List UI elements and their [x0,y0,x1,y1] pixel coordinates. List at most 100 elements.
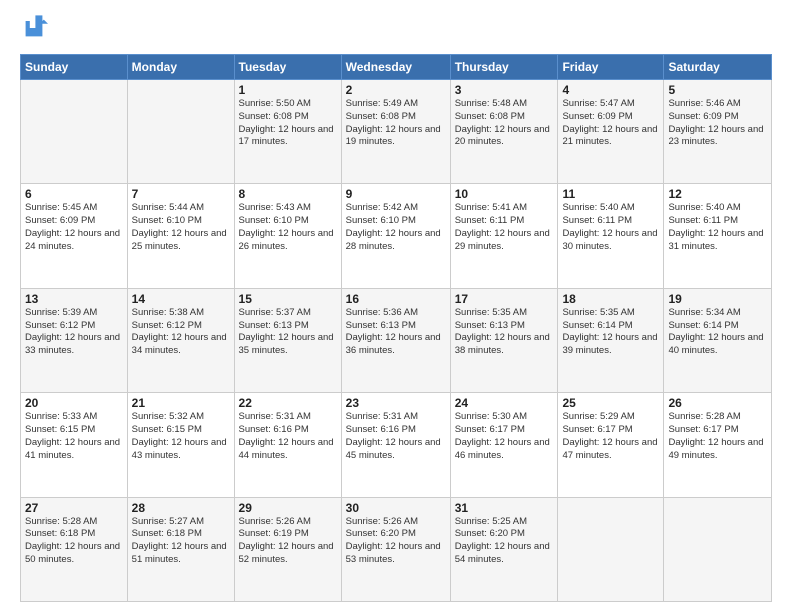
day-number: 24 [455,396,554,410]
day-info: Sunrise: 5:25 AM Sunset: 6:20 PM Dayligh… [455,516,554,567]
day-info: Sunrise: 5:40 AM Sunset: 6:11 PM Dayligh… [562,202,659,253]
calendar-cell: 18Sunrise: 5:35 AM Sunset: 6:14 PM Dayli… [558,288,664,392]
calendar-week-4: 20Sunrise: 5:33 AM Sunset: 6:15 PM Dayli… [21,393,772,497]
weekday-header-friday: Friday [558,55,664,80]
calendar-cell: 25Sunrise: 5:29 AM Sunset: 6:17 PM Dayli… [558,393,664,497]
page: SundayMondayTuesdayWednesdayThursdayFrid… [0,0,792,612]
calendar: SundayMondayTuesdayWednesdayThursdayFrid… [20,54,772,602]
calendar-cell: 20Sunrise: 5:33 AM Sunset: 6:15 PM Dayli… [21,393,128,497]
day-info: Sunrise: 5:35 AM Sunset: 6:14 PM Dayligh… [562,307,659,358]
calendar-cell: 5Sunrise: 5:46 AM Sunset: 6:09 PM Daylig… [664,80,772,184]
day-info: Sunrise: 5:41 AM Sunset: 6:11 PM Dayligh… [455,202,554,253]
day-number: 6 [25,187,123,201]
calendar-cell: 10Sunrise: 5:41 AM Sunset: 6:11 PM Dayli… [450,184,558,288]
weekday-header-tuesday: Tuesday [234,55,341,80]
day-info: Sunrise: 5:38 AM Sunset: 6:12 PM Dayligh… [132,307,230,358]
day-number: 10 [455,187,554,201]
day-number: 22 [239,396,337,410]
day-number: 15 [239,292,337,306]
calendar-cell [127,80,234,184]
calendar-cell: 8Sunrise: 5:43 AM Sunset: 6:10 PM Daylig… [234,184,341,288]
day-number: 3 [455,83,554,97]
calendar-cell: 14Sunrise: 5:38 AM Sunset: 6:12 PM Dayli… [127,288,234,392]
day-number: 1 [239,83,337,97]
day-number: 19 [668,292,767,306]
calendar-cell: 22Sunrise: 5:31 AM Sunset: 6:16 PM Dayli… [234,393,341,497]
day-info: Sunrise: 5:29 AM Sunset: 6:17 PM Dayligh… [562,411,659,462]
day-number: 12 [668,187,767,201]
day-info: Sunrise: 5:46 AM Sunset: 6:09 PM Dayligh… [668,98,767,149]
calendar-cell: 21Sunrise: 5:32 AM Sunset: 6:15 PM Dayli… [127,393,234,497]
day-info: Sunrise: 5:43 AM Sunset: 6:10 PM Dayligh… [239,202,337,253]
calendar-cell [21,80,128,184]
calendar-body: 1Sunrise: 5:50 AM Sunset: 6:08 PM Daylig… [21,80,772,602]
weekday-header-sunday: Sunday [21,55,128,80]
day-info: Sunrise: 5:47 AM Sunset: 6:09 PM Dayligh… [562,98,659,149]
calendar-cell: 29Sunrise: 5:26 AM Sunset: 6:19 PM Dayli… [234,497,341,601]
day-info: Sunrise: 5:42 AM Sunset: 6:10 PM Dayligh… [346,202,446,253]
day-info: Sunrise: 5:26 AM Sunset: 6:20 PM Dayligh… [346,516,446,567]
day-number: 5 [668,83,767,97]
day-number: 18 [562,292,659,306]
calendar-cell: 28Sunrise: 5:27 AM Sunset: 6:18 PM Dayli… [127,497,234,601]
calendar-cell: 6Sunrise: 5:45 AM Sunset: 6:09 PM Daylig… [21,184,128,288]
calendar-cell: 19Sunrise: 5:34 AM Sunset: 6:14 PM Dayli… [664,288,772,392]
calendar-cell: 9Sunrise: 5:42 AM Sunset: 6:10 PM Daylig… [341,184,450,288]
calendar-header: SundayMondayTuesdayWednesdayThursdayFrid… [21,55,772,80]
day-info: Sunrise: 5:48 AM Sunset: 6:08 PM Dayligh… [455,98,554,149]
day-info: Sunrise: 5:34 AM Sunset: 6:14 PM Dayligh… [668,307,767,358]
day-number: 14 [132,292,230,306]
day-number: 7 [132,187,230,201]
day-number: 21 [132,396,230,410]
day-number: 13 [25,292,123,306]
day-number: 16 [346,292,446,306]
calendar-cell: 12Sunrise: 5:40 AM Sunset: 6:11 PM Dayli… [664,184,772,288]
day-number: 4 [562,83,659,97]
weekday-header-saturday: Saturday [664,55,772,80]
day-info: Sunrise: 5:31 AM Sunset: 6:16 PM Dayligh… [239,411,337,462]
day-info: Sunrise: 5:49 AM Sunset: 6:08 PM Dayligh… [346,98,446,149]
calendar-cell: 7Sunrise: 5:44 AM Sunset: 6:10 PM Daylig… [127,184,234,288]
day-info: Sunrise: 5:28 AM Sunset: 6:17 PM Dayligh… [668,411,767,462]
day-info: Sunrise: 5:44 AM Sunset: 6:10 PM Dayligh… [132,202,230,253]
calendar-cell: 13Sunrise: 5:39 AM Sunset: 6:12 PM Dayli… [21,288,128,392]
day-info: Sunrise: 5:40 AM Sunset: 6:11 PM Dayligh… [668,202,767,253]
day-info: Sunrise: 5:45 AM Sunset: 6:09 PM Dayligh… [25,202,123,253]
day-number: 11 [562,187,659,201]
calendar-week-5: 27Sunrise: 5:28 AM Sunset: 6:18 PM Dayli… [21,497,772,601]
calendar-cell: 30Sunrise: 5:26 AM Sunset: 6:20 PM Dayli… [341,497,450,601]
day-number: 27 [25,501,123,515]
calendar-week-3: 13Sunrise: 5:39 AM Sunset: 6:12 PM Dayli… [21,288,772,392]
calendar-cell [558,497,664,601]
day-info: Sunrise: 5:35 AM Sunset: 6:13 PM Dayligh… [455,307,554,358]
day-number: 30 [346,501,446,515]
day-info: Sunrise: 5:37 AM Sunset: 6:13 PM Dayligh… [239,307,337,358]
calendar-cell [664,497,772,601]
calendar-table: SundayMondayTuesdayWednesdayThursdayFrid… [20,54,772,602]
day-number: 23 [346,396,446,410]
calendar-cell: 2Sunrise: 5:49 AM Sunset: 6:08 PM Daylig… [341,80,450,184]
day-number: 29 [239,501,337,515]
header-row: SundayMondayTuesdayWednesdayThursdayFrid… [21,55,772,80]
day-info: Sunrise: 5:32 AM Sunset: 6:15 PM Dayligh… [132,411,230,462]
calendar-week-2: 6Sunrise: 5:45 AM Sunset: 6:09 PM Daylig… [21,184,772,288]
calendar-cell: 23Sunrise: 5:31 AM Sunset: 6:16 PM Dayli… [341,393,450,497]
day-number: 20 [25,396,123,410]
calendar-cell: 11Sunrise: 5:40 AM Sunset: 6:11 PM Dayli… [558,184,664,288]
calendar-cell: 4Sunrise: 5:47 AM Sunset: 6:09 PM Daylig… [558,80,664,184]
calendar-cell: 17Sunrise: 5:35 AM Sunset: 6:13 PM Dayli… [450,288,558,392]
weekday-header-monday: Monday [127,55,234,80]
day-number: 26 [668,396,767,410]
day-number: 9 [346,187,446,201]
calendar-cell: 15Sunrise: 5:37 AM Sunset: 6:13 PM Dayli… [234,288,341,392]
day-info: Sunrise: 5:33 AM Sunset: 6:15 PM Dayligh… [25,411,123,462]
weekday-header-thursday: Thursday [450,55,558,80]
calendar-cell: 31Sunrise: 5:25 AM Sunset: 6:20 PM Dayli… [450,497,558,601]
day-info: Sunrise: 5:36 AM Sunset: 6:13 PM Dayligh… [346,307,446,358]
weekday-header-wednesday: Wednesday [341,55,450,80]
day-info: Sunrise: 5:31 AM Sunset: 6:16 PM Dayligh… [346,411,446,462]
day-info: Sunrise: 5:27 AM Sunset: 6:18 PM Dayligh… [132,516,230,567]
logo [20,16,52,44]
logo-icon [20,14,48,42]
calendar-cell: 24Sunrise: 5:30 AM Sunset: 6:17 PM Dayli… [450,393,558,497]
